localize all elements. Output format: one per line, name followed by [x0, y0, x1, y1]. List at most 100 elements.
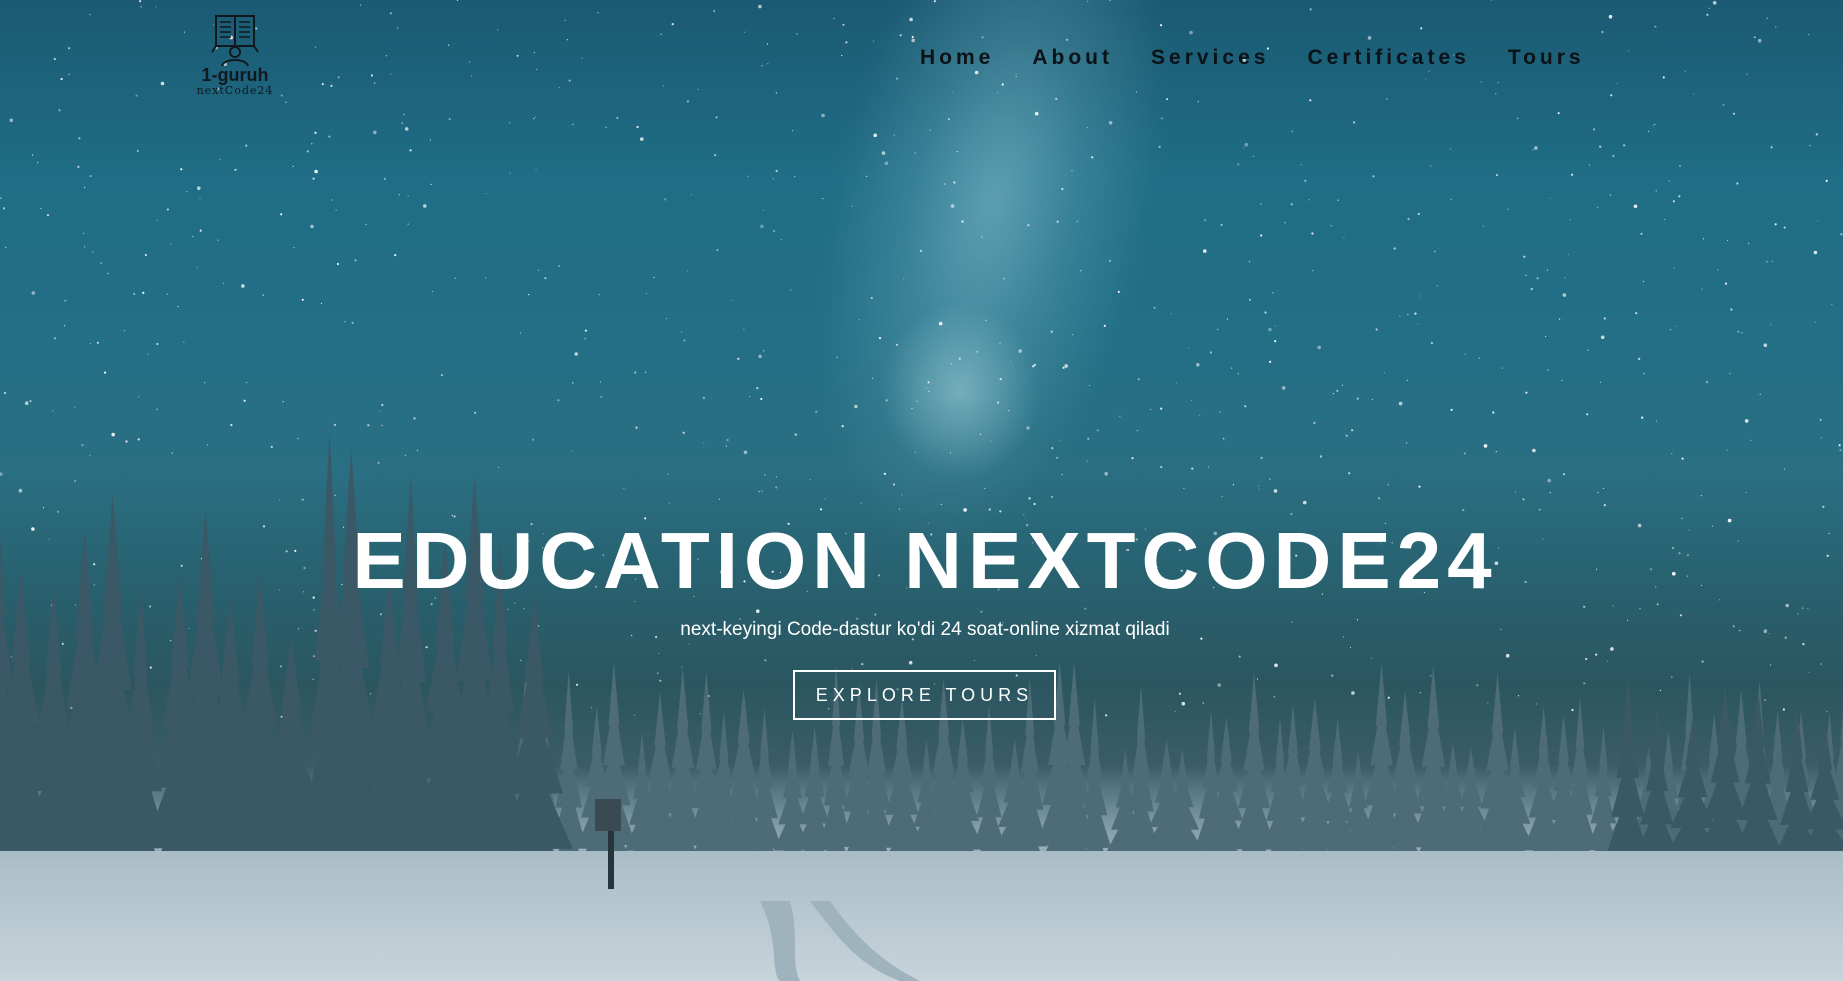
- star: [335, 209, 337, 211]
- star: [1609, 194, 1611, 196]
- star: [96, 341, 99, 344]
- star: [1188, 347, 1190, 349]
- star: [1534, 146, 1538, 150]
- star: [1430, 165, 1432, 167]
- star: [794, 176, 796, 178]
- star: [1414, 312, 1417, 315]
- nav-item-home[interactable]: Home: [920, 46, 994, 70]
- star: [1536, 277, 1539, 280]
- star: [1304, 179, 1307, 182]
- star: [981, 36, 984, 39]
- nav-item-tours[interactable]: Tours: [1508, 46, 1585, 70]
- star: [956, 151, 958, 153]
- star: [280, 94, 283, 97]
- star: [713, 9, 716, 13]
- star: [53, 337, 57, 340]
- star: [866, 175, 868, 177]
- star: [314, 131, 317, 134]
- star: [1638, 357, 1641, 360]
- star: [1702, 238, 1704, 240]
- star: [533, 118, 535, 120]
- star: [938, 321, 943, 326]
- star: [1071, 170, 1073, 172]
- star: [135, 94, 138, 97]
- star: [471, 75, 473, 77]
- star: [731, 299, 733, 302]
- star: [31, 291, 36, 295]
- star: [430, 183, 432, 185]
- star: [1309, 99, 1312, 102]
- star: [780, 238, 782, 241]
- star: [790, 289, 792, 291]
- star: [177, 306, 179, 308]
- nav-item-about[interactable]: About: [1032, 46, 1113, 70]
- star: [1741, 332, 1743, 334]
- star: [1372, 175, 1375, 178]
- star: [136, 149, 139, 153]
- star: [314, 46, 317, 48]
- star: [1108, 259, 1111, 262]
- star: [1701, 288, 1703, 290]
- star: [1608, 14, 1613, 19]
- star: [1831, 303, 1833, 305]
- star: [1557, 112, 1560, 115]
- star: [773, 230, 776, 233]
- star: [1291, 130, 1293, 132]
- star: [1813, 250, 1818, 255]
- star: [53, 57, 56, 61]
- star: [485, 277, 487, 279]
- star: [140, 6, 142, 8]
- star: [370, 74, 373, 77]
- star: [1654, 123, 1656, 126]
- site-logo[interactable]: 1-guruh nextCode24: [190, 14, 280, 110]
- star: [1231, 367, 1233, 369]
- star: [147, 353, 149, 355]
- star: [1272, 292, 1274, 294]
- star: [997, 92, 999, 94]
- star: [895, 343, 899, 346]
- star: [60, 77, 63, 81]
- star: [1209, 351, 1213, 354]
- star: [929, 129, 931, 131]
- star: [1610, 94, 1613, 97]
- star: [1662, 76, 1665, 79]
- nav-item-certificates[interactable]: Certificates: [1307, 46, 1469, 70]
- star: [245, 144, 248, 147]
- star: [1375, 328, 1378, 331]
- star: [716, 249, 719, 252]
- star: [976, 350, 979, 353]
- star: [999, 378, 1002, 381]
- star: [1600, 335, 1605, 340]
- star: [1730, 308, 1733, 311]
- star: [1260, 234, 1263, 237]
- star: [383, 177, 387, 180]
- star: [1204, 219, 1207, 222]
- star: [671, 23, 674, 26]
- star: [1050, 330, 1053, 333]
- star: [893, 134, 895, 136]
- star: [914, 152, 916, 154]
- explore-tours-button[interactable]: EXPLORE TOURS: [793, 670, 1056, 720]
- star: [981, 236, 983, 238]
- star: [241, 284, 245, 288]
- star: [1587, 349, 1589, 351]
- star: [535, 169, 537, 171]
- star: [558, 86, 560, 89]
- star: [1103, 324, 1106, 327]
- star: [1497, 82, 1499, 84]
- star: [961, 220, 964, 223]
- star: [440, 374, 443, 377]
- star: [77, 165, 80, 168]
- star: [645, 292, 648, 295]
- star: [528, 294, 530, 296]
- nav-item-services[interactable]: Services: [1151, 46, 1269, 70]
- star: [1817, 220, 1819, 222]
- star: [1672, 200, 1675, 203]
- main-nav: Home About Services Certificates Tours: [920, 46, 1623, 70]
- star: [1757, 38, 1762, 43]
- star: [584, 338, 586, 340]
- star: [1588, 164, 1591, 166]
- star: [403, 113, 405, 116]
- star: [217, 239, 219, 241]
- star: [351, 321, 354, 324]
